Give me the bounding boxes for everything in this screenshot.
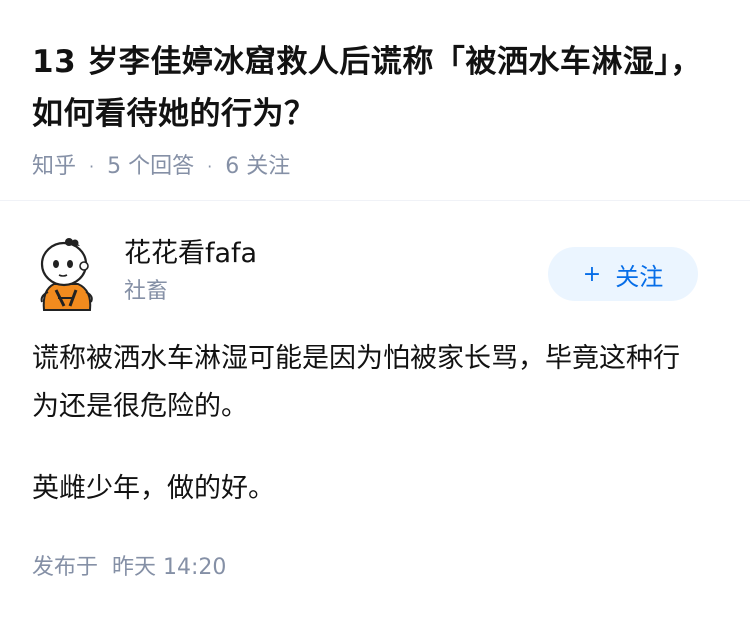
answer-card: 花花看fafa 社畜 + 关注 谎称被洒水车淋湿可能是因为怕被家长骂，毕竟这种行… (0, 201, 750, 580)
plus-icon: + (582, 261, 602, 287)
follow-button-label: 关注 (615, 262, 664, 291)
follower-count[interactable]: 6 关注 (225, 152, 290, 182)
published-time: 昨天 14:20 (112, 555, 227, 580)
question-title[interactable]: 13 岁李佳婷冰窟救人后谎称「被洒水车淋湿」，如何看待她的行为？ (32, 36, 718, 140)
published-label: 发布于 (32, 555, 99, 580)
author-name[interactable]: 花花看fafa (124, 237, 257, 271)
separator-dot: · (207, 157, 213, 176)
answer-count[interactable]: 5 个回答 (107, 152, 194, 182)
author-headline: 社畜 (124, 279, 169, 304)
answer-content[interactable]: 谎称被洒水车淋湿可能是因为怕被家长骂，毕竟这种行为还是很危险的。 英雌少年，做的… (32, 335, 700, 513)
separator-dot: · (89, 157, 95, 176)
cartoon-avatar-icon[interactable] (34, 234, 98, 312)
follow-button[interactable]: + 关注 (548, 247, 698, 301)
question-meta: 知乎 · 5 个回答 · 6 关注 (32, 152, 718, 182)
answer-paragraph: 英雌少年，做的好。 (32, 473, 275, 504)
source-label: 知乎 (32, 154, 77, 179)
zhihu-question-page: 13 岁李佳婷冰窟救人后谎称「被洒水车淋湿」，如何看待她的行为？ 知乎 · 5 … (0, 0, 750, 622)
question-header: 13 岁李佳婷冰窟救人后谎称「被洒水车淋湿」，如何看待她的行为？ 知乎 · 5 … (0, 0, 750, 179)
author-row: 花花看fafa 社畜 + 关注 (0, 201, 750, 321)
publish-time-row: 发布于 昨天 14:20 (32, 553, 226, 583)
answer-paragraph: 谎称被洒水车淋湿可能是因为怕被家长骂，毕竟这种行为还是很危险的。 (32, 343, 680, 422)
